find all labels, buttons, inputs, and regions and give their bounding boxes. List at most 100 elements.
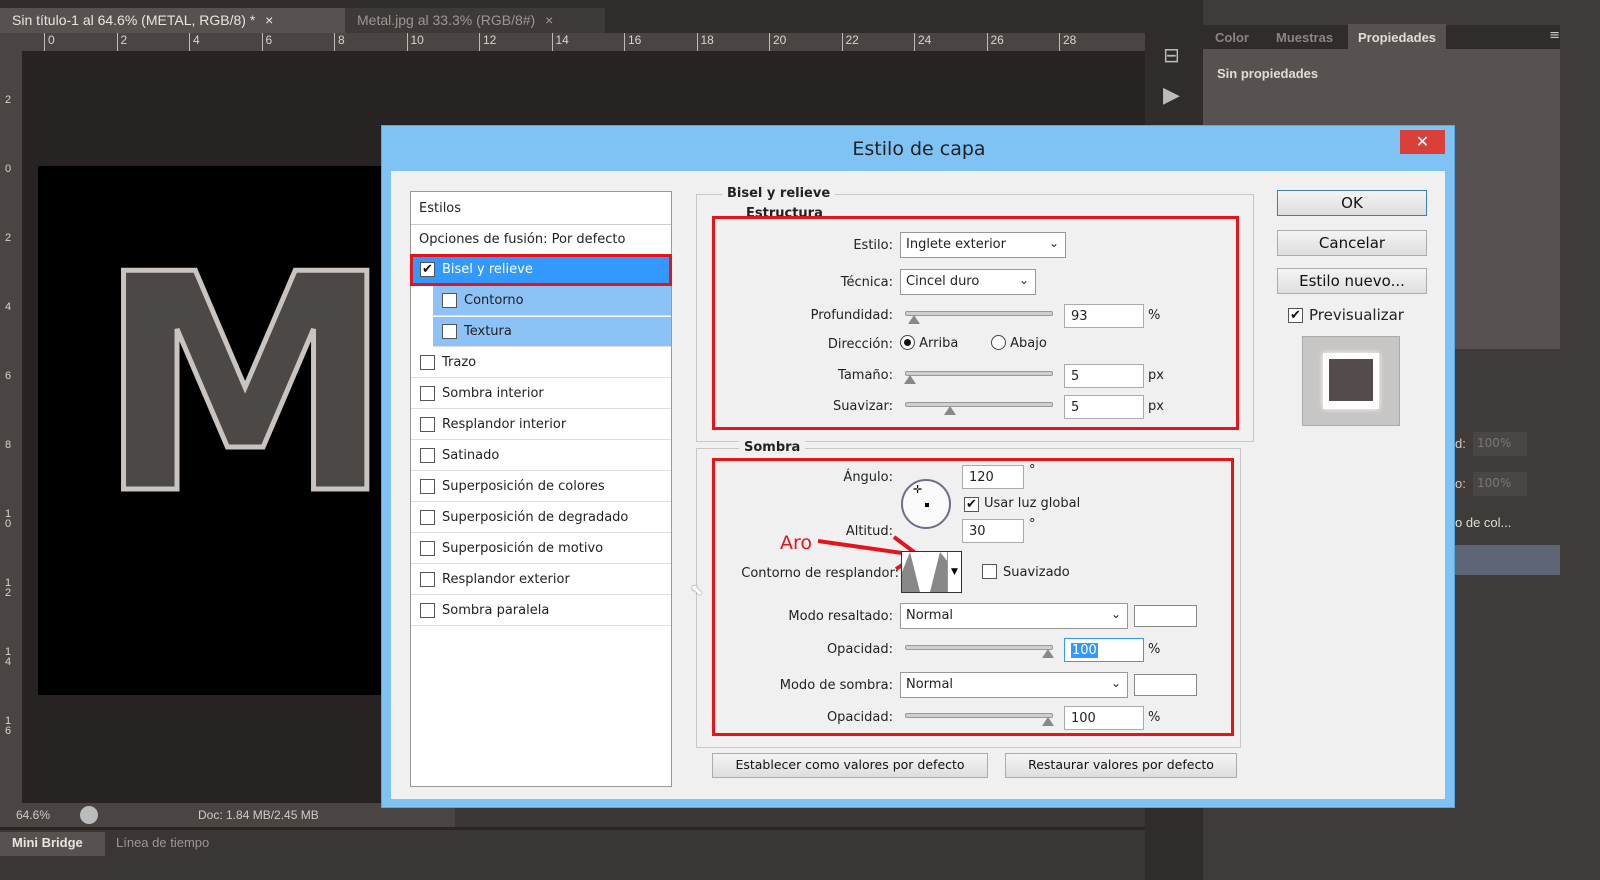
ruler-tick: 16 [624, 33, 641, 51]
shadow-opacity-slider[interactable] [905, 713, 1054, 726]
ok-button[interactable]: OK [1277, 190, 1427, 216]
percent-unit: % [1148, 710, 1161, 725]
shadow-color-swatch[interactable] [1134, 674, 1197, 696]
tab-mini-bridge[interactable]: Mini Bridge [0, 832, 105, 856]
ruler-tick: 4 [189, 33, 200, 51]
highlight-color-swatch[interactable] [1134, 605, 1197, 627]
style-item[interactable]: Resplandor exterior [411, 565, 671, 595]
style-checkbox[interactable] [442, 293, 457, 308]
selected-value: 100 [1071, 643, 1098, 658]
direccion-label: Dirección: [827, 337, 893, 352]
style-checkbox[interactable]: ✔ [420, 262, 435, 277]
tamano-input[interactable]: 5 [1064, 364, 1144, 388]
tab-propiedades[interactable]: Propiedades [1348, 24, 1447, 51]
suavizado-label: Suavizado [1003, 565, 1070, 580]
style-checkbox[interactable] [420, 448, 435, 463]
modo-resaltado-label: Modo resaltado: [788, 609, 893, 624]
chevron-down-icon: ⌄ [1110, 676, 1121, 690]
suavizar-slider[interactable] [905, 402, 1053, 415]
profundidad-input[interactable]: 93 [1064, 304, 1144, 328]
style-item[interactable]: Superposición de colores [411, 472, 671, 502]
doc-tab-sin-titulo[interactable]: Sin título-1 al 64.6% (METAL, RGB/8) * × [0, 8, 345, 33]
close-icon[interactable]: × [545, 12, 553, 28]
tamano-slider[interactable] [904, 371, 1053, 384]
styles-header[interactable]: Estilos [411, 192, 671, 225]
ruler-tick: 2 [5, 232, 12, 244]
opacity-input[interactable]: 100% [1473, 472, 1527, 496]
crosshair-icon: ✛ [913, 483, 923, 496]
radio-abajo[interactable]: Abajo [991, 335, 1047, 351]
style-label: Satinado [442, 448, 500, 463]
style-checkbox[interactable] [420, 603, 435, 618]
style-item[interactable]: Contorno [433, 286, 671, 316]
radio-icon [991, 335, 1006, 350]
style-checkbox[interactable] [420, 479, 435, 494]
style-checkbox[interactable] [420, 417, 435, 432]
gloss-contour-picker[interactable]: ▼ [901, 551, 962, 593]
ruler-tick: 22 [841, 33, 859, 51]
fill-input[interactable]: 100% [1473, 432, 1527, 456]
profundidad-label: Profundidad: [810, 308, 893, 323]
doc-tab-metal[interactable]: Metal.jpg al 33.3% (RGB/8#) × [345, 8, 605, 33]
angle-dial[interactable]: ✛ [901, 479, 951, 529]
angulo-input[interactable]: 120 [962, 465, 1024, 489]
style-checkbox[interactable] [442, 324, 457, 339]
style-item[interactable]: Trazo [411, 348, 671, 378]
highlight-opacity-input[interactable]: 100 [1064, 638, 1144, 662]
zoom-level[interactable]: 64.6% [16, 808, 50, 822]
style-item[interactable]: Sombra interior [411, 379, 671, 409]
style-checkbox[interactable] [420, 510, 435, 525]
angulo-label: Ángulo: [843, 470, 893, 485]
cancel-button[interactable]: Cancelar [1277, 230, 1427, 256]
style-item[interactable]: Textura [433, 317, 671, 347]
chevron-down-icon[interactable]: ▼ [947, 552, 961, 592]
reset-default-button[interactable]: Restaurar valores por defecto [1005, 753, 1237, 778]
style-item[interactable]: Superposición de degradado [411, 503, 671, 533]
set-default-button[interactable]: Establecer como valores por defecto [712, 753, 988, 778]
shadow-mode-select[interactable]: Normal ⌄ [900, 672, 1128, 698]
style-checkbox[interactable] [420, 541, 435, 556]
tamano-label: Tamaño: [838, 368, 893, 383]
suavizado-checkbox[interactable] [982, 564, 997, 579]
style-item[interactable]: Resplandor interior [411, 410, 671, 440]
doc-size: Doc: 1.84 MB/2.45 MB [198, 808, 319, 822]
percent-unit: % [1148, 642, 1161, 657]
radio-arriba[interactable]: Arriba [900, 335, 958, 351]
play-icon[interactable]: ▶ [1163, 83, 1180, 108]
close-icon[interactable]: × [265, 12, 273, 28]
style-item[interactable]: ✔ Bisel y relieve [410, 254, 672, 286]
close-button[interactable]: ✕ [1400, 130, 1445, 154]
layer-row[interactable]: o de col... [1455, 515, 1511, 530]
suavizar-input[interactable]: 5 [1064, 395, 1144, 419]
highlight-opacity-slider[interactable] [905, 645, 1054, 658]
style-checkbox[interactable] [420, 355, 435, 370]
preview-checkbox[interactable]: ✔ [1288, 308, 1303, 323]
profundidad-slider[interactable] [905, 311, 1053, 324]
modo-sombra-label: Modo de sombra: [779, 678, 893, 693]
tab-color[interactable]: Color [1215, 30, 1249, 45]
history-icon[interactable]: ⊟ [1163, 43, 1180, 67]
layer-style-dialog: Estilo de capa ✕ Estilos Opciones de fus… [381, 125, 1455, 808]
style-item[interactable]: Superposición de motivo [411, 534, 671, 564]
tecnica-label: Técnica: [840, 275, 893, 290]
tab-muestras[interactable]: Muestras [1276, 30, 1333, 45]
altitud-input[interactable]: 30 [962, 519, 1024, 543]
blending-options[interactable]: Opciones de fusión: Por defecto [411, 225, 671, 255]
highlight-mode-select[interactable]: Normal ⌄ [900, 603, 1128, 629]
usar-luz-global-checkbox[interactable]: ✔ [964, 497, 979, 512]
dialog-title: Estilo de capa [852, 138, 986, 160]
ruler-tick: 1 6 [5, 715, 12, 737]
new-style-button[interactable]: Estilo nuevo... [1277, 268, 1427, 294]
radio-selected-icon [900, 335, 915, 350]
shadow-opacity-input[interactable]: 100 [1064, 706, 1144, 730]
style-checkbox[interactable] [420, 572, 435, 587]
degree-unit: ° [1029, 463, 1036, 478]
style-item[interactable]: Satinado [411, 441, 671, 471]
style-item[interactable]: Sombra paralela [411, 596, 671, 626]
estilo-select[interactable]: Inglete exterior ⌄ [900, 232, 1066, 258]
tab-linea-de-tiempo[interactable]: Línea de tiempo [107, 832, 237, 856]
tecnica-select[interactable]: Cincel duro ⌄ [900, 269, 1036, 295]
panel-menu-icon[interactable]: ≡ [1549, 28, 1560, 43]
style-checkbox[interactable] [420, 386, 435, 401]
status-icon[interactable] [80, 806, 98, 824]
